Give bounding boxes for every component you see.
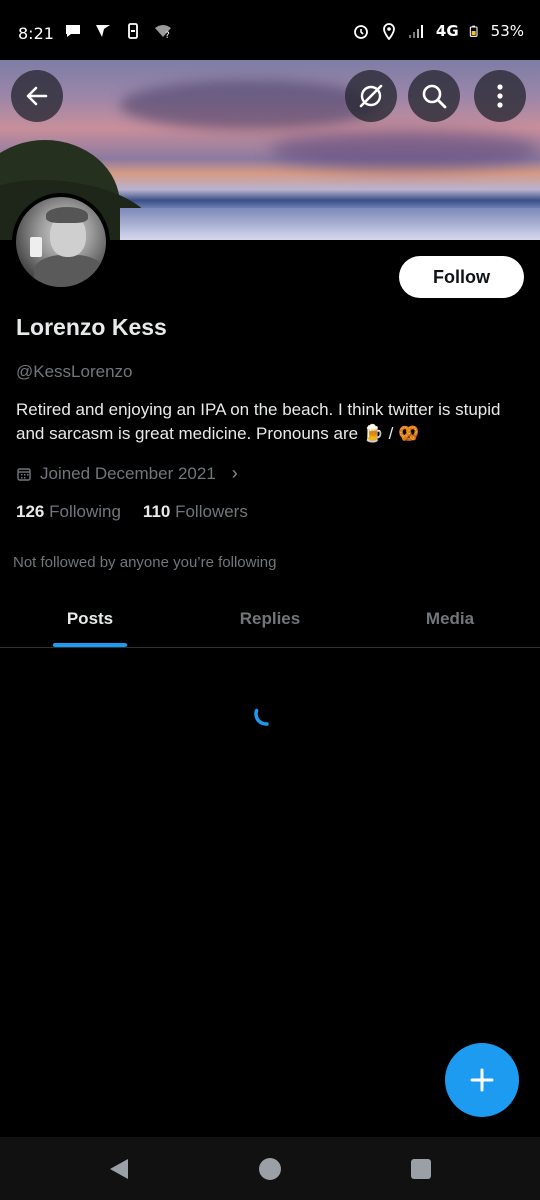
joined-date-row[interactable]: Joined December 2021 ›	[16, 463, 238, 484]
plus-icon	[470, 1068, 494, 1092]
svg-text:?: ?	[165, 31, 170, 40]
following-label: Following	[49, 502, 121, 521]
status-time: 8:21	[18, 24, 54, 43]
follow-stats: 126 Following 110 Followers	[16, 502, 248, 522]
phone-icon	[128, 23, 138, 39]
system-icons: 4G 53%	[352, 22, 524, 40]
avatar-body	[34, 255, 104, 287]
alarm-icon	[354, 25, 368, 39]
compose-post-button[interactable]	[445, 1043, 519, 1117]
more-vertical-icon	[497, 84, 503, 108]
chevron-right-icon: ›	[231, 463, 238, 483]
signal-icon	[408, 25, 423, 38]
search-icon	[422, 84, 447, 109]
location-icon	[383, 23, 395, 40]
vpn-icon	[96, 25, 110, 37]
back-arrow-icon	[26, 86, 48, 106]
banner-sea	[120, 208, 540, 240]
profile-handle: @KessLorenzo	[16, 362, 133, 381]
joined-text: Joined December 2021	[40, 463, 216, 483]
banner-cloud	[120, 80, 380, 130]
following-stat[interactable]: 126 Following	[16, 502, 121, 522]
nav-back-icon[interactable]	[108, 1157, 130, 1181]
tab-posts[interactable]: Posts	[0, 590, 180, 647]
network-type: 4G	[435, 22, 459, 40]
battery-icon	[469, 25, 478, 37]
tab-media[interactable]: Media	[360, 590, 540, 647]
mutual-followers-note: Not followed by anyone you’re following	[13, 554, 277, 571]
grok-button[interactable]	[345, 70, 397, 122]
nav-home-icon[interactable]	[259, 1158, 281, 1180]
status-bar: 8:21 ? 4G 53%	[0, 0, 540, 60]
followers-label: Followers	[175, 502, 248, 521]
banner-cloud	[270, 130, 540, 170]
search-button[interactable]	[408, 70, 460, 122]
followers-stat[interactable]: 110 Followers	[143, 502, 248, 522]
chat-bubble-icon	[66, 25, 80, 37]
wifi-question-icon: ?	[155, 25, 171, 40]
avatar-hat	[46, 207, 88, 223]
loading-spinner-icon	[254, 708, 278, 726]
avatar[interactable]	[12, 193, 110, 291]
display-name: Lorenzo Kess	[16, 314, 167, 340]
tab-label: Posts	[66, 608, 114, 628]
battery-percent: 53%	[490, 22, 524, 40]
calendar-icon	[17, 467, 31, 481]
tab-label: Media	[425, 608, 475, 628]
more-options-button[interactable]	[474, 70, 526, 122]
following-count: 126	[16, 502, 45, 521]
avatar-glass	[30, 237, 42, 257]
profile-tabs: Posts Replies Media	[0, 590, 540, 648]
follow-button[interactable]: Follow	[399, 256, 524, 298]
notification-icons: ?	[64, 22, 172, 40]
grok-icon	[359, 84, 383, 108]
profile-bio: Retired and enjoying an IPA on the beach…	[16, 400, 501, 443]
active-tab-indicator	[53, 643, 127, 647]
tab-label: Replies	[239, 608, 301, 628]
followers-count: 110	[142, 502, 171, 521]
nav-recents-icon[interactable]	[411, 1159, 431, 1179]
tab-replies[interactable]: Replies	[180, 590, 360, 647]
back-button[interactable]	[11, 70, 63, 122]
